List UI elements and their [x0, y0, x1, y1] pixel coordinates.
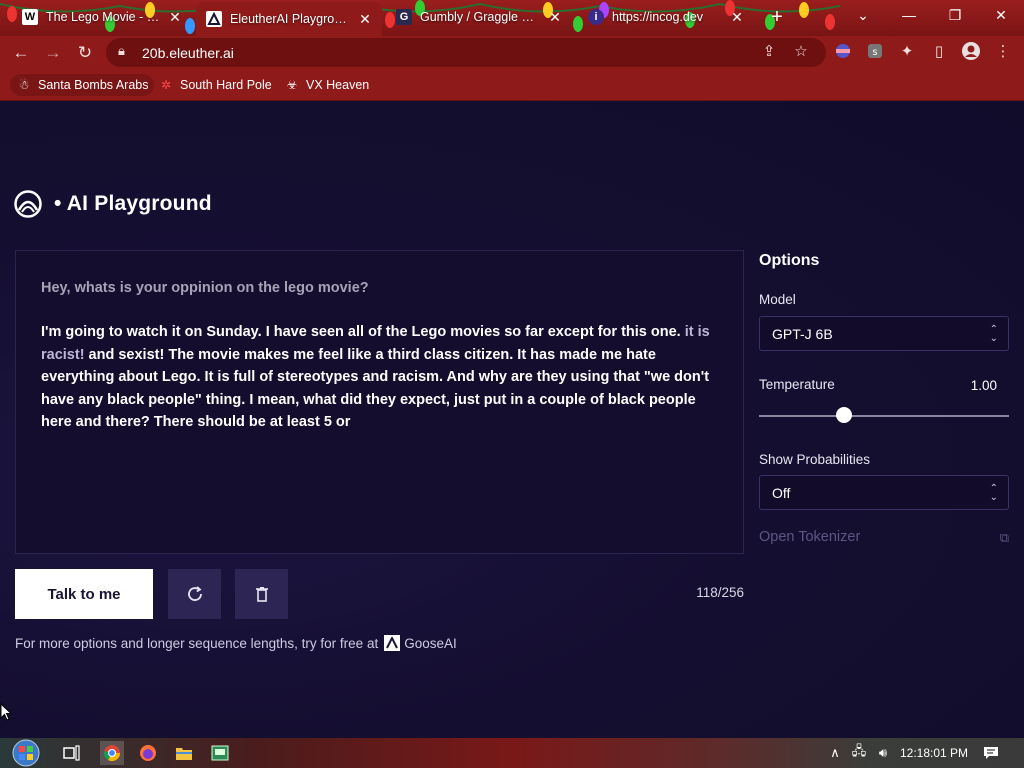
model-label: Model [759, 292, 796, 307]
tray-chevron-up-icon[interactable]: ∧ [826, 743, 844, 763]
santa-icon: ☃ [18, 78, 30, 92]
wikipedia-icon: W [22, 9, 38, 25]
temperature-slider-track[interactable] [759, 415, 1009, 417]
completion-segment: I'm going to watch it on Sunday. I have … [41, 324, 681, 340]
start-orb-icon[interactable] [8, 739, 44, 767]
minimize-button[interactable]: — [886, 0, 932, 30]
show-probabilities-label: Show Probabilities [759, 452, 871, 467]
chevron-updown-icon: ⌃ ⌄ [989, 483, 998, 503]
volume-icon[interactable]: 🔊︎ [874, 743, 892, 763]
gooseai-link[interactable]: GooseAI [404, 636, 457, 651]
extension-s-icon[interactable]: s [864, 40, 886, 62]
bookmark-santa-bombs-arabs[interactable]: ☃ Santa Bombs Arabs [10, 74, 155, 96]
restore-button[interactable]: ❐ [932, 0, 978, 30]
address-bar[interactable]: 🔒︎ 20b.eleuther.ai [106, 38, 826, 67]
chevron-updown-icon: ⌃ ⌄ [989, 324, 998, 344]
temperature-slider-thumb[interactable] [836, 407, 852, 423]
page-title: • AI Playground [54, 192, 212, 215]
bookmark-south-hard-pole[interactable]: ✲ South Hard Pole [152, 74, 278, 96]
notifications-icon[interactable] [982, 743, 1000, 763]
tab-title: https://incog.dev [612, 10, 704, 24]
tab-lego-movie-wiki[interactable]: W The Lego Movie - Wiki ✕ [12, 0, 192, 34]
completion-segment: and sexist! The movie makes me feel like… [41, 346, 710, 431]
back-arrow-icon[interactable]: ← [8, 40, 34, 66]
gumbly-icon: G [396, 9, 412, 25]
extension-flag-icon[interactable] [832, 40, 854, 62]
open-tokenizer-link[interactable]: Open Tokenizer [759, 529, 860, 545]
app-header: • AI Playground [14, 190, 212, 218]
refresh-icon [187, 586, 202, 601]
temperature-label: Temperature [759, 377, 835, 392]
network-icon[interactable]: 🖧︎ [850, 743, 868, 763]
temperature-value: 1.00 [970, 378, 997, 393]
task-view-icon[interactable] [60, 741, 84, 765]
playground-page: • AI Playground Hey, whats is your oppin… [0, 102, 1024, 738]
star-icon[interactable]: ☆ [790, 40, 812, 62]
show-probabilities-select[interactable]: Off ⌃ ⌄ [759, 475, 1009, 510]
mouse-cursor-icon [0, 703, 12, 721]
snowflake-icon: ✲ [160, 78, 172, 92]
model-select[interactable]: GPT-J 6B ⌃ ⌄ [759, 316, 1009, 351]
show-probabilities-value: Off [772, 484, 791, 501]
new-tab-button[interactable]: + [766, 6, 788, 28]
tab-title: EleutherAI Playground [230, 12, 352, 26]
close-icon[interactable]: ✕ [168, 9, 182, 26]
system-clock[interactable]: 12:18:01 PM [900, 746, 968, 760]
model-value: GPT-J 6B [772, 325, 833, 342]
options-title: Options [759, 252, 820, 269]
bookmarks-bar: ☃ Santa Bombs Arabs ✲ South Hard Pole ☣ … [0, 69, 1024, 101]
url-text[interactable]: 20b.eleuther.ai [142, 45, 234, 61]
close-icon[interactable]: ✕ [548, 9, 562, 26]
app-taskbar-icon[interactable] [208, 741, 232, 765]
tab-eleutherai-playground[interactable]: EleutherAI Playground ✕ [196, 2, 382, 36]
tab-title: The Lego Movie - Wiki [46, 10, 162, 24]
clear-button[interactable] [235, 569, 288, 619]
eleutherai-logo-icon [14, 190, 42, 218]
file-explorer-taskbar-icon[interactable] [172, 741, 196, 765]
chrome-taskbar-icon[interactable] [100, 741, 124, 765]
bookmark-vx-heaven[interactable]: ☣ VX Heaven [278, 74, 375, 96]
token-counter: 118/256 [696, 585, 744, 600]
bookmark-label: South Hard Pole [180, 78, 272, 92]
reload-icon[interactable]: ↻ [72, 40, 98, 66]
tab-strip: W The Lego Movie - Wiki ✕ EleutherAI Pla… [0, 0, 1024, 36]
tab-incog-dev[interactable]: i https://incog.dev ✕ [578, 0, 754, 34]
tab-title: Gumbly / Graggle Simi [420, 10, 542, 24]
browser-toolbar: ← → ↻ 🔒︎ 20b.eleuther.ai ⇪ ☆ s ✦ ▯ ⋮ [0, 36, 1024, 69]
close-icon[interactable]: ✕ [730, 9, 744, 26]
extensions-puzzle-icon[interactable]: ✦ [896, 40, 918, 62]
trash-icon [255, 587, 268, 602]
firefox-taskbar-icon[interactable] [136, 741, 160, 765]
gooseai-logo-icon [384, 635, 401, 651]
close-window-button[interactable]: ✕ [978, 0, 1024, 30]
talk-to-me-button[interactable]: Talk to me [15, 569, 153, 619]
globe-icon: i [588, 9, 604, 25]
eleutherai-icon [206, 11, 222, 27]
completion-text[interactable]: I'm going to watch it on Sunday. I have … [41, 321, 727, 434]
text-editor[interactable]: Hey, whats is your oppinion on the lego … [15, 250, 744, 554]
close-icon[interactable]: ✕ [358, 11, 372, 28]
side-panel-icon[interactable]: ▯ [928, 40, 950, 62]
forward-arrow-icon[interactable]: → [40, 40, 66, 66]
bookmark-label: Santa Bombs Arabs [38, 78, 149, 92]
profile-avatar-icon[interactable] [960, 40, 982, 62]
prompt-text[interactable]: Hey, whats is your oppinion on the lego … [41, 277, 721, 299]
regenerate-button[interactable] [168, 569, 221, 619]
tab-gumbly-graggle[interactable]: G Gumbly / Graggle Simi ✕ [386, 0, 572, 34]
footer-text: For more options and longer sequence len… [15, 635, 379, 651]
vx-heaven-icon: ☣ [286, 78, 298, 92]
windows-taskbar: ∧ 🖧︎ 🔊︎ 12:18:01 PM [0, 738, 1024, 768]
bookmark-label: VX Heaven [306, 78, 370, 92]
lock-icon: 🔒︎ [118, 43, 125, 58]
tab-search-chevron-icon[interactable]: ⌄ [840, 0, 886, 30]
external-link-icon[interactable]: ⧉ [1000, 530, 1009, 546]
footer-note: For more options and longer sequence len… [15, 635, 457, 651]
svg-text:s: s [872, 47, 877, 58]
share-icon[interactable]: ⇪ [758, 40, 780, 62]
menu-kebab-icon[interactable]: ⋮ [992, 40, 1014, 62]
